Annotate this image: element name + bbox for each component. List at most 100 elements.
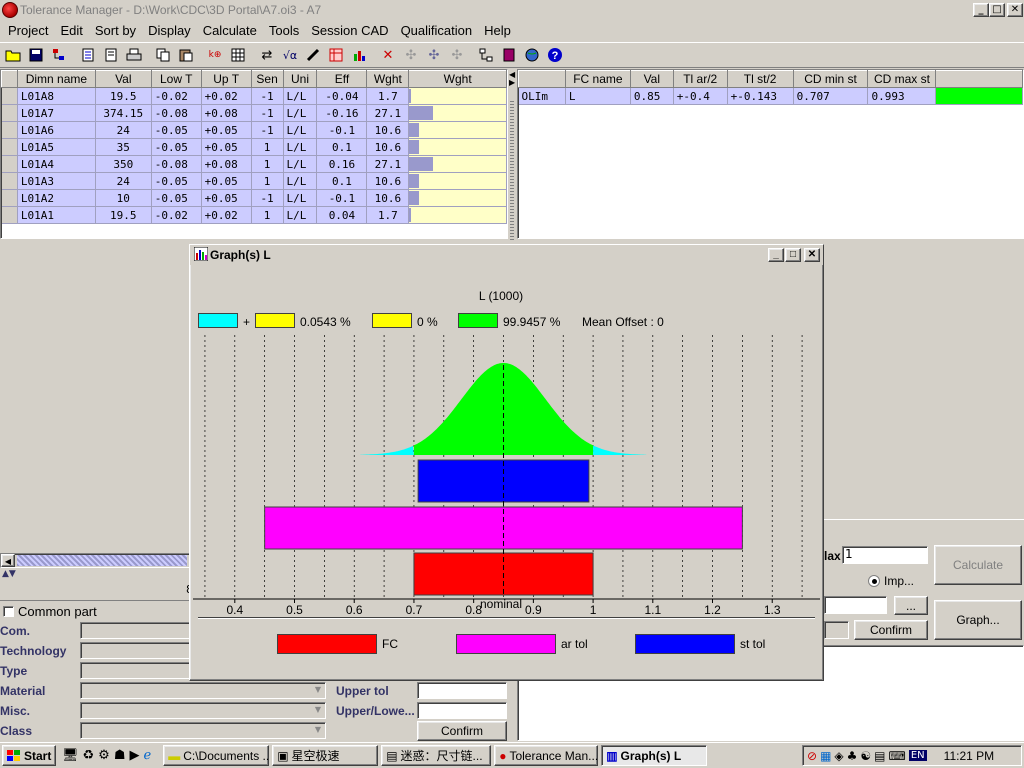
open-icon[interactable]: [2, 44, 24, 66]
table-row[interactable]: L01A3 24 -0.05 +0.05 1 L/L 0.1 10.6: [1, 172, 507, 190]
menu-qualification[interactable]: Qualification: [395, 23, 479, 38]
table-row[interactable]: L01A4 350 -0.08 +0.08 1 L/L 0.16 27.1: [1, 155, 507, 173]
disabled-icon-1[interactable]: ✣: [400, 44, 422, 66]
uni-cell[interactable]: L/L: [283, 172, 318, 190]
fc-col-cd-max[interactable]: CD max st: [867, 70, 937, 88]
task-tolerance-manager[interactable]: ● Tolerance Man...: [494, 745, 599, 766]
up-t-cell[interactable]: +0.05: [201, 138, 252, 156]
graph-minimize-button[interactable]: _: [768, 248, 784, 262]
col-low-t[interactable]: Low T: [150, 70, 202, 88]
dimn-name-cell[interactable]: L01A7: [17, 104, 96, 122]
fc-col-name[interactable]: FC name: [564, 70, 631, 88]
dimn-name-cell[interactable]: L01A6: [17, 121, 96, 139]
col-dimn-name[interactable]: Dimn name: [16, 70, 96, 88]
network-icon[interactable]: [475, 44, 497, 66]
val-cell[interactable]: 374.15: [95, 104, 152, 122]
menu-help[interactable]: Help: [478, 23, 517, 38]
table-row[interactable]: L01A6 24 -0.05 +0.05 -1 L/L -0.1 10.6: [1, 121, 507, 139]
menu-display[interactable]: Display: [142, 23, 197, 38]
print-preview-icon[interactable]: [77, 44, 99, 66]
right-field-2[interactable]: [824, 596, 887, 614]
low-t-cell[interactable]: -0.05: [151, 121, 202, 139]
low-t-cell[interactable]: -0.05: [151, 189, 202, 207]
show-desktop-icon[interactable]: 🖥: [62, 748, 79, 763]
menu-calculate[interactable]: Calculate: [197, 23, 263, 38]
task-documents[interactable]: ▬ C:\Documents ...: [163, 745, 270, 766]
language-indicator[interactable]: EN: [908, 750, 927, 761]
globe-icon[interactable]: [521, 44, 543, 66]
up-t-cell[interactable]: +0.08: [201, 104, 252, 122]
col-val[interactable]: Val: [94, 70, 152, 88]
printer-icon[interactable]: [123, 44, 145, 66]
up-t-cell[interactable]: +0.05: [201, 121, 252, 139]
task-xingkong[interactable]: ▣ 星空极速: [272, 745, 379, 766]
col-sen[interactable]: Sen: [250, 70, 284, 88]
scroll-thumb[interactable]: [17, 555, 187, 566]
max-field[interactable]: 1: [842, 546, 928, 564]
media-player-icon[interactable]: ▶: [129, 748, 139, 763]
chevron-down-icon[interactable]: ▼: [315, 725, 321, 734]
paste-icon[interactable]: [175, 44, 197, 66]
table-icon[interactable]: [325, 44, 347, 66]
tray-icon-1[interactable]: ⊘: [807, 749, 817, 763]
material-select[interactable]: ▼: [80, 682, 326, 699]
common-part-checkbox-row[interactable]: Common part: [3, 604, 97, 619]
browse-button[interactable]: ...: [894, 596, 928, 615]
task-browser[interactable]: ▤ 迷惑：尺寸链...: [381, 745, 492, 766]
technology-field[interactable]: [80, 642, 190, 659]
help-icon[interactable]: ?: [544, 44, 566, 66]
disabled-icon-2[interactable]: ✣: [423, 44, 445, 66]
wght-cell[interactable]: 1.7: [366, 206, 410, 224]
tolerance-icon[interactable]: k⊕: [204, 44, 226, 66]
graph-maximize-button[interactable]: □: [785, 248, 801, 262]
right-field-3[interactable]: [824, 621, 849, 639]
eff-cell[interactable]: -0.16: [316, 104, 368, 122]
uni-cell[interactable]: L/L: [283, 121, 318, 139]
menu-sort-by[interactable]: Sort by: [89, 23, 142, 38]
graph-close-button[interactable]: ✕: [804, 248, 820, 262]
dimn-name-cell[interactable]: L01A5: [17, 138, 96, 156]
low-t-cell[interactable]: -0.02: [151, 87, 202, 105]
tray-icon-7[interactable]: ⌨: [889, 749, 906, 763]
sen-cell[interactable]: 1: [251, 206, 284, 224]
up-t-cell[interactable]: +0.05: [201, 189, 252, 207]
misc-select[interactable]: ▼: [80, 702, 326, 719]
menu-edit[interactable]: Edit: [54, 23, 88, 38]
menu-session-cad[interactable]: Session CAD: [305, 23, 394, 38]
table-row[interactable]: L01A7 374.15 -0.08 +0.08 -1 L/L -0.16 27.1: [1, 104, 507, 122]
wght-cell[interactable]: 10.6: [366, 121, 410, 139]
scroll-left-icon[interactable]: ◀: [1, 554, 15, 567]
low-t-cell[interactable]: -0.05: [151, 138, 202, 156]
tray-icon-4[interactable]: ♣: [847, 749, 858, 763]
table-row[interactable]: L01A5 35 -0.05 +0.05 1 L/L 0.1 10.6: [1, 138, 507, 156]
graph-button[interactable]: Graph...: [934, 600, 1022, 640]
menu-project[interactable]: Project: [2, 23, 54, 38]
sen-cell[interactable]: -1: [251, 189, 284, 207]
type-field[interactable]: [80, 662, 190, 679]
tray-icon-3[interactable]: ◈: [834, 749, 843, 763]
low-t-cell[interactable]: -0.05: [151, 172, 202, 190]
val-cell[interactable]: 24: [95, 172, 152, 190]
col-wght[interactable]: Wght: [366, 70, 410, 88]
up-t-cell[interactable]: +0.05: [201, 172, 252, 190]
fc-col-tl-st[interactable]: Tl st/2: [726, 70, 794, 88]
up-t-cell[interactable]: +0.02: [201, 87, 252, 105]
col-wght-bar[interactable]: Wght: [408, 70, 507, 88]
sen-cell[interactable]: -1: [251, 121, 284, 139]
dimn-name-cell[interactable]: L01A4: [17, 155, 96, 173]
fc-col-tl-ar[interactable]: Tl ar/2: [672, 70, 728, 88]
imp-radio[interactable]: [868, 575, 880, 587]
uni-cell[interactable]: L/L: [283, 87, 318, 105]
menu-tools[interactable]: Tools: [263, 23, 305, 38]
confirm-button-left[interactable]: Confirm: [417, 721, 507, 741]
sen-cell[interactable]: 1: [251, 155, 284, 173]
ie-icon[interactable]: ℯ: [143, 748, 151, 763]
dimn-name-cell[interactable]: L01A2: [17, 189, 96, 207]
imp-radio-row[interactable]: Imp...: [868, 574, 914, 588]
col-uni[interactable]: Uni: [282, 70, 318, 88]
disabled-icon-3[interactable]: ✣: [446, 44, 468, 66]
horizontal-scrollbar[interactable]: ◀: [0, 553, 190, 568]
low-t-cell[interactable]: -0.02: [151, 206, 202, 224]
table-row[interactable]: L01A2 10 -0.05 +0.05 -1 L/L -0.1 10.6: [1, 189, 507, 207]
wght-cell[interactable]: 27.1: [366, 155, 410, 173]
